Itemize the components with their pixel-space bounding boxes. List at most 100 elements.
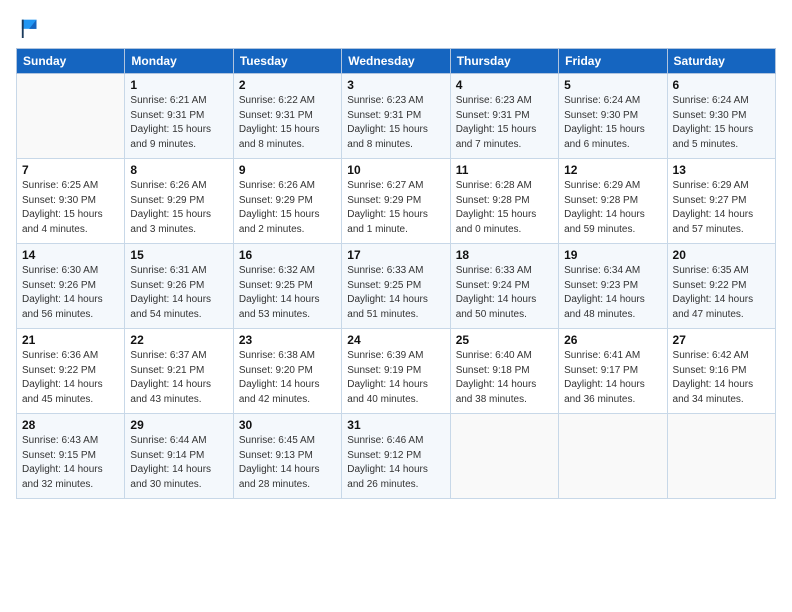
day-number: 21 bbox=[22, 333, 119, 347]
day-info: Sunrise: 6:28 AMSunset: 9:28 PMDaylight:… bbox=[456, 179, 553, 237]
day-number: 14 bbox=[22, 248, 119, 262]
calendar-cell: 16 Sunrise: 6:32 AMSunset: 9:25 PMDayligh… bbox=[233, 244, 341, 329]
calendar-table: SundayMondayTuesdayWednesdayThursdayFrid… bbox=[16, 48, 776, 499]
day-info: Sunrise: 6:21 AMSunset: 9:31 PMDaylight:… bbox=[130, 94, 227, 152]
calendar-cell bbox=[17, 74, 125, 159]
day-info: Sunrise: 6:32 AMSunset: 9:25 PMDaylight:… bbox=[239, 264, 336, 322]
calendar-cell: 28 Sunrise: 6:43 AMSunset: 9:15 PMDayligh… bbox=[17, 414, 125, 499]
day-number: 10 bbox=[347, 163, 444, 177]
calendar-cell: 23 Sunrise: 6:38 AMSunset: 9:20 PMDayligh… bbox=[233, 329, 341, 414]
calendar-cell: 18 Sunrise: 6:33 AMSunset: 9:24 PMDayligh… bbox=[450, 244, 558, 329]
calendar-cell: 15Sunrise: 6:31 AMSunset: 9:26 PMDayligh… bbox=[125, 244, 233, 329]
calendar-cell: 1 Sunrise: 6:21 AMSunset: 9:31 PMDaylight… bbox=[125, 74, 233, 159]
calendar-cell: 14Sunrise: 6:30 AMSunset: 9:26 PMDayligh… bbox=[17, 244, 125, 329]
day-info: Sunrise: 6:44 AMSunset: 9:14 PMDaylight:… bbox=[130, 434, 227, 492]
day-number: 8 bbox=[130, 163, 227, 177]
calendar-cell: 19 Sunrise: 6:34 AMSunset: 9:23 PMDayligh… bbox=[559, 244, 667, 329]
weekday-header-saturday: Saturday bbox=[667, 49, 775, 74]
day-info: Sunrise: 6:45 AMSunset: 9:13 PMDaylight:… bbox=[239, 434, 336, 492]
day-number: 12 bbox=[564, 163, 661, 177]
calendar-cell: 13 Sunrise: 6:29 AMSunset: 9:27 PMDayligh… bbox=[667, 159, 775, 244]
day-info: Sunrise: 6:35 AMSunset: 9:22 PMDaylight:… bbox=[673, 264, 770, 322]
day-info: Sunrise: 6:36 AMSunset: 9:22 PMDaylight:… bbox=[22, 349, 119, 407]
calendar-cell: 22Sunrise: 6:37 AMSunset: 9:21 PMDayligh… bbox=[125, 329, 233, 414]
day-info: Sunrise: 6:46 AMSunset: 9:12 PMDaylight:… bbox=[347, 434, 444, 492]
day-number: 28 bbox=[22, 418, 119, 432]
calendar-cell: 29 Sunrise: 6:44 AMSunset: 9:14 PMDayligh… bbox=[125, 414, 233, 499]
day-number: 9 bbox=[239, 163, 336, 177]
calendar-cell: 12 Sunrise: 6:29 AMSunset: 9:28 PMDayligh… bbox=[559, 159, 667, 244]
calendar-cell: 9Sunrise: 6:26 AMSunset: 9:29 PMDaylight… bbox=[233, 159, 341, 244]
calendar-cell bbox=[450, 414, 558, 499]
calendar-cell: 6Sunrise: 6:24 AMSunset: 9:30 PMDaylight… bbox=[667, 74, 775, 159]
calendar-cell: 24 Sunrise: 6:39 AMSunset: 9:19 PMDayligh… bbox=[342, 329, 450, 414]
calendar-cell: 20 Sunrise: 6:35 AMSunset: 9:22 PMDayligh… bbox=[667, 244, 775, 329]
weekday-header-wednesday: Wednesday bbox=[342, 49, 450, 74]
day-info: Sunrise: 6:22 AMSunset: 9:31 PMDaylight:… bbox=[239, 94, 336, 152]
weekday-header-monday: Monday bbox=[125, 49, 233, 74]
day-number: 4 bbox=[456, 78, 553, 92]
weekday-header-tuesday: Tuesday bbox=[233, 49, 341, 74]
day-number: 13 bbox=[673, 163, 770, 177]
day-number: 30 bbox=[239, 418, 336, 432]
calendar-week-5: 28 Sunrise: 6:43 AMSunset: 9:15 PMDayligh… bbox=[17, 414, 776, 499]
day-number: 16 bbox=[239, 248, 336, 262]
calendar-cell: 4 Sunrise: 6:23 AMSunset: 9:31 PMDaylight… bbox=[450, 74, 558, 159]
day-number: 20 bbox=[673, 248, 770, 262]
day-info: Sunrise: 6:25 AMSunset: 9:30 PMDaylight:… bbox=[22, 179, 119, 237]
day-number: 6 bbox=[673, 78, 770, 92]
day-number: 23 bbox=[239, 333, 336, 347]
calendar-week-4: 21 Sunrise: 6:36 AMSunset: 9:22 PMDayligh… bbox=[17, 329, 776, 414]
logo bbox=[16, 16, 42, 38]
calendar-cell: 30 Sunrise: 6:45 AMSunset: 9:13 PMDayligh… bbox=[233, 414, 341, 499]
day-number: 24 bbox=[347, 333, 444, 347]
calendar-cell: 26 Sunrise: 6:41 AMSunset: 9:17 PMDayligh… bbox=[559, 329, 667, 414]
calendar-week-3: 14Sunrise: 6:30 AMSunset: 9:26 PMDayligh… bbox=[17, 244, 776, 329]
day-number: 27 bbox=[673, 333, 770, 347]
day-number: 1 bbox=[130, 78, 227, 92]
calendar-cell: 3 Sunrise: 6:23 AMSunset: 9:31 PMDaylight… bbox=[342, 74, 450, 159]
day-info: Sunrise: 6:37 AMSunset: 9:21 PMDaylight:… bbox=[130, 349, 227, 407]
day-info: Sunrise: 6:33 AMSunset: 9:25 PMDaylight:… bbox=[347, 264, 444, 322]
day-info: Sunrise: 6:33 AMSunset: 9:24 PMDaylight:… bbox=[456, 264, 553, 322]
day-info: Sunrise: 6:29 AMSunset: 9:27 PMDaylight:… bbox=[673, 179, 770, 237]
day-info: Sunrise: 6:23 AMSunset: 9:31 PMDaylight:… bbox=[347, 94, 444, 152]
day-number: 29 bbox=[130, 418, 227, 432]
day-number: 3 bbox=[347, 78, 444, 92]
calendar-week-2: 7Sunrise: 6:25 AMSunset: 9:30 PMDaylight… bbox=[17, 159, 776, 244]
day-info: Sunrise: 6:27 AMSunset: 9:29 PMDaylight:… bbox=[347, 179, 444, 237]
day-number: 2 bbox=[239, 78, 336, 92]
day-number: 18 bbox=[456, 248, 553, 262]
calendar-cell: 5 Sunrise: 6:24 AMSunset: 9:30 PMDaylight… bbox=[559, 74, 667, 159]
day-number: 5 bbox=[564, 78, 661, 92]
calendar-cell: 7Sunrise: 6:25 AMSunset: 9:30 PMDaylight… bbox=[17, 159, 125, 244]
calendar-cell: 8 Sunrise: 6:26 AMSunset: 9:29 PMDaylight… bbox=[125, 159, 233, 244]
day-number: 19 bbox=[564, 248, 661, 262]
day-info: Sunrise: 6:40 AMSunset: 9:18 PMDaylight:… bbox=[456, 349, 553, 407]
day-info: Sunrise: 6:43 AMSunset: 9:15 PMDaylight:… bbox=[22, 434, 119, 492]
day-number: 25 bbox=[456, 333, 553, 347]
calendar-cell: 11 Sunrise: 6:28 AMSunset: 9:28 PMDayligh… bbox=[450, 159, 558, 244]
day-number: 26 bbox=[564, 333, 661, 347]
calendar-cell: 17 Sunrise: 6:33 AMSunset: 9:25 PMDayligh… bbox=[342, 244, 450, 329]
calendar-cell: 31Sunrise: 6:46 AMSunset: 9:12 PMDayligh… bbox=[342, 414, 450, 499]
day-info: Sunrise: 6:41 AMSunset: 9:17 PMDaylight:… bbox=[564, 349, 661, 407]
day-info: Sunrise: 6:29 AMSunset: 9:28 PMDaylight:… bbox=[564, 179, 661, 237]
day-info: Sunrise: 6:24 AMSunset: 9:30 PMDaylight:… bbox=[564, 94, 661, 152]
weekday-header-thursday: Thursday bbox=[450, 49, 558, 74]
day-info: Sunrise: 6:42 AMSunset: 9:16 PMDaylight:… bbox=[673, 349, 770, 407]
calendar-cell: 25 Sunrise: 6:40 AMSunset: 9:18 PMDayligh… bbox=[450, 329, 558, 414]
day-number: 17 bbox=[347, 248, 444, 262]
day-number: 11 bbox=[456, 163, 553, 177]
day-info: Sunrise: 6:39 AMSunset: 9:19 PMDaylight:… bbox=[347, 349, 444, 407]
weekday-header-friday: Friday bbox=[559, 49, 667, 74]
calendar-cell: 10 Sunrise: 6:27 AMSunset: 9:29 PMDayligh… bbox=[342, 159, 450, 244]
calendar-cell bbox=[559, 414, 667, 499]
day-info: Sunrise: 6:23 AMSunset: 9:31 PMDaylight:… bbox=[456, 94, 553, 152]
day-info: Sunrise: 6:34 AMSunset: 9:23 PMDaylight:… bbox=[564, 264, 661, 322]
header bbox=[16, 16, 776, 38]
day-info: Sunrise: 6:26 AMSunset: 9:29 PMDaylight:… bbox=[130, 179, 227, 237]
day-info: Sunrise: 6:38 AMSunset: 9:20 PMDaylight:… bbox=[239, 349, 336, 407]
calendar-cell bbox=[667, 414, 775, 499]
logo-icon bbox=[20, 16, 42, 38]
